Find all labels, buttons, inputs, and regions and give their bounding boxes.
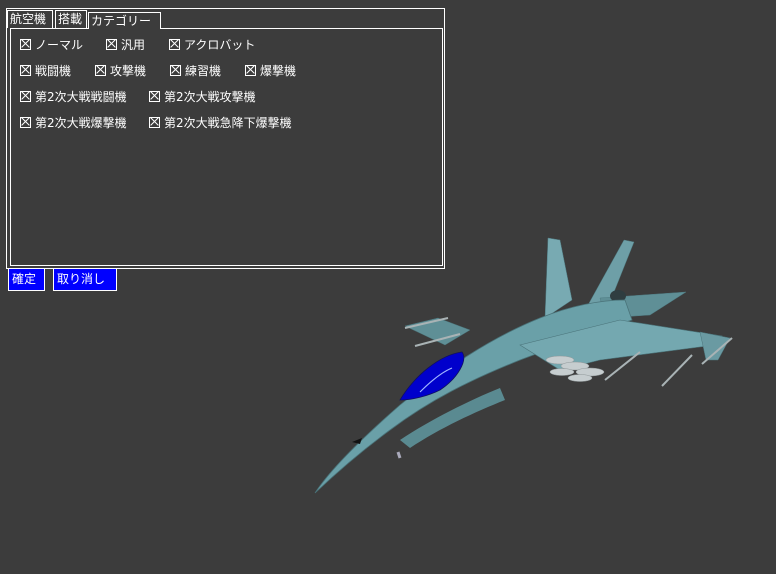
tab-category[interactable]: カテゴリー — [88, 12, 161, 29]
fighter-jet-model-icon — [314, 237, 733, 494]
